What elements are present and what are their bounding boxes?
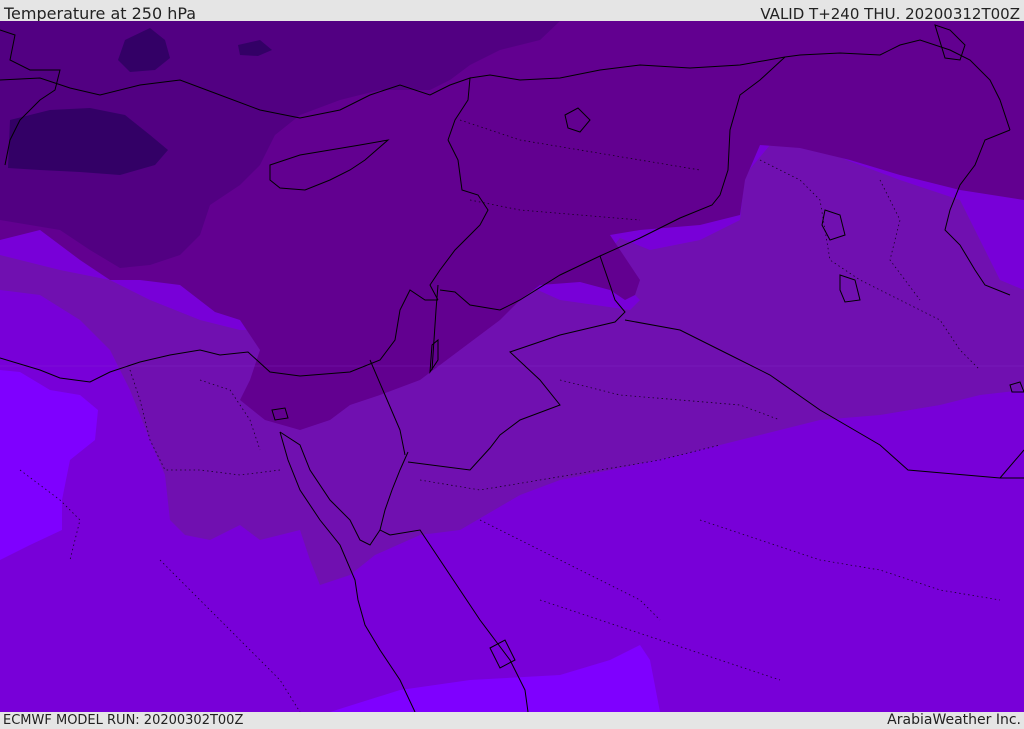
model-run-label: ECMWF MODEL RUN: 20200302T00Z <box>3 713 244 728</box>
weather-map <box>0 21 1024 712</box>
credit-label: ArabiaWeather Inc. <box>887 712 1021 728</box>
temperature-map-svg <box>0 21 1024 712</box>
header-bar: Temperature at 250 hPa VALID T+240 THU. … <box>0 0 1024 23</box>
footer-bar: ECMWF MODEL RUN: 20200302T00Z ArabiaWeat… <box>0 712 1024 729</box>
